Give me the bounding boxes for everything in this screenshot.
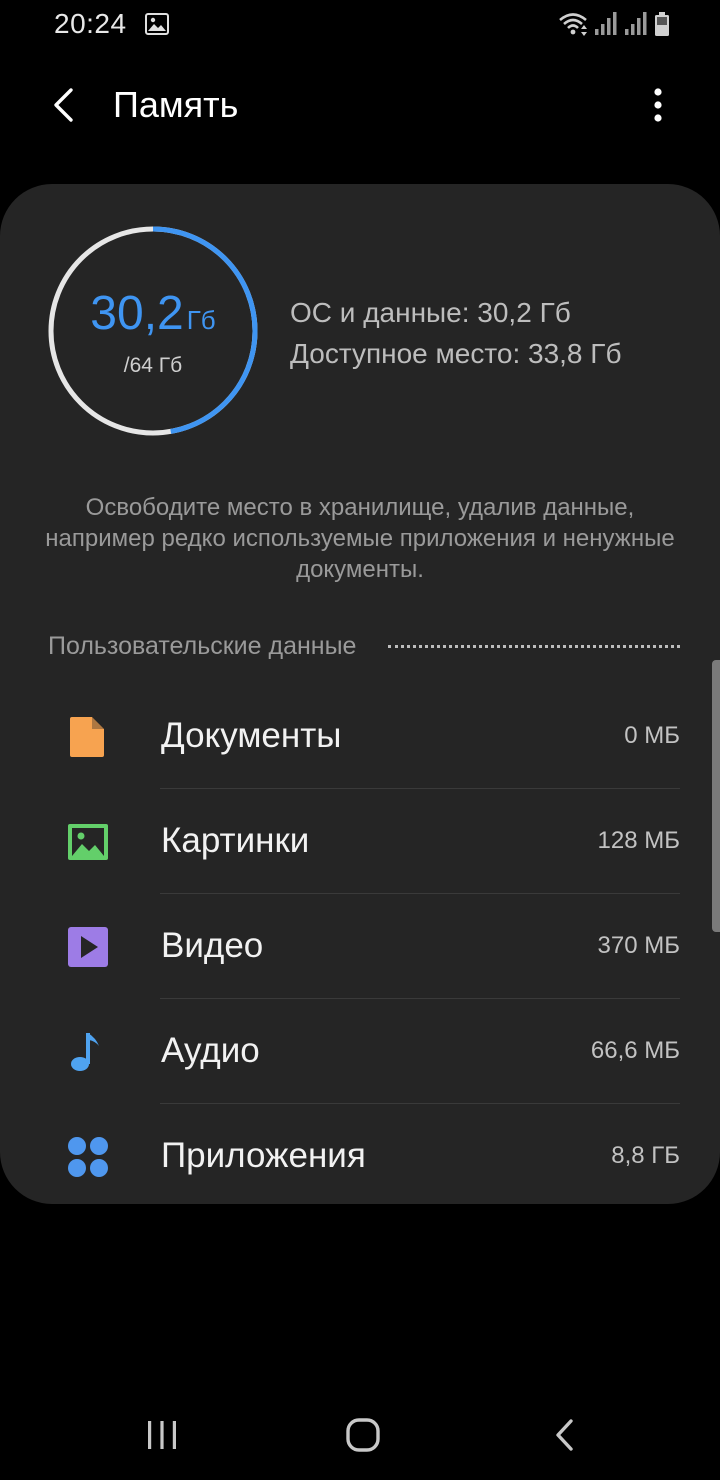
storage-ring: 30,2 Гб /64 Гб <box>46 224 260 438</box>
scrollbar[interactable] <box>712 660 720 932</box>
category-size: 128 МБ <box>597 827 680 854</box>
battery-icon <box>655 12 669 36</box>
music-note-icon <box>71 1033 99 1071</box>
video-icon <box>68 927 108 967</box>
back-icon <box>556 1419 573 1451</box>
back-arrow-icon <box>54 88 73 122</box>
used-storage: 30,2 Гб <box>46 286 260 341</box>
section-title: Пользовательские данные <box>48 632 357 660</box>
category-label: Аудио <box>161 1031 260 1070</box>
category-label: Приложения <box>161 1136 366 1175</box>
recents-icon <box>148 1421 176 1449</box>
category-row-images[interactable]: Картинки 128 МБ <box>0 789 720 894</box>
signal-icon <box>595 12 617 35</box>
total-storage: /64 Гб <box>123 354 183 377</box>
storage-info: ОС и данные: 30,2 Гб Доступное место: 33… <box>290 292 621 374</box>
more-options-button[interactable] <box>640 82 676 128</box>
wifi-icon <box>559 13 587 36</box>
category-row-audio[interactable]: Аудио 66,6 МБ <box>0 999 720 1104</box>
available-space-text: Доступное место: 33,8 Гб <box>290 338 622 369</box>
category-size: 66,6 МБ <box>590 1037 680 1064</box>
home-icon <box>346 1418 380 1452</box>
gallery-icon <box>145 13 169 35</box>
storage-hint: Освободите место в хранилище, удалив дан… <box>45 494 675 583</box>
category-label: Картинки <box>161 821 310 860</box>
system-back-button[interactable] <box>534 1410 594 1460</box>
section-header: Пользовательские данные <box>48 632 680 661</box>
back-button[interactable] <box>40 82 86 128</box>
used-unit: Гб <box>186 305 216 335</box>
signal-icon <box>625 12 647 35</box>
category-size: 370 МБ <box>597 932 680 959</box>
category-row-apps[interactable]: Приложения 8,8 ГБ <box>0 1104 720 1209</box>
app-header: Память <box>0 60 720 150</box>
image-icon <box>68 824 108 860</box>
category-row-documents[interactable]: Документы 0 МБ <box>0 684 720 789</box>
section-divider <box>388 645 680 648</box>
more-vertical-icon <box>654 88 662 122</box>
os-data-text: ОС и данные: 30,2 Гб <box>290 297 571 328</box>
document-icon <box>70 717 104 757</box>
home-button[interactable] <box>333 1410 393 1460</box>
category-list: Документы 0 МБ Картинки 128 МБ Видео 370… <box>0 684 720 1209</box>
category-label: Видео <box>161 926 264 965</box>
apps-grid-icon <box>68 1137 108 1177</box>
page-title: Память <box>113 84 239 125</box>
category-size: 0 МБ <box>624 722 680 749</box>
status-bar: 20:24 <box>0 0 720 50</box>
category-size: 8,8 ГБ <box>611 1142 680 1169</box>
navigation-bar <box>0 1390 720 1480</box>
recents-button[interactable] <box>132 1410 192 1460</box>
status-time: 20:24 <box>54 8 127 39</box>
storage-card: 30,2 Гб /64 Гб ОС и данные: 30,2 Гб Досту… <box>0 184 720 1204</box>
status-indicators <box>558 10 670 38</box>
used-value: 30,2 <box>90 287 184 340</box>
category-label: Документы <box>161 716 342 755</box>
category-row-video[interactable]: Видео 370 МБ <box>0 894 720 999</box>
